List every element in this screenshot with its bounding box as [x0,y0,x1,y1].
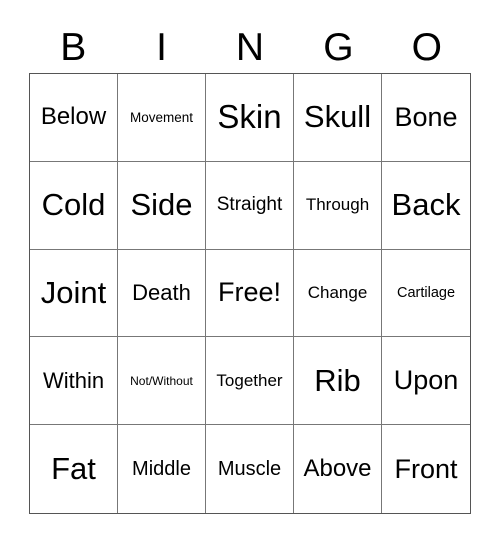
bingo-cell[interactable]: Side [118,161,206,250]
bingo-cell[interactable]: Skull [294,74,382,162]
bingo-cell[interactable]: Cartilage [382,250,470,338]
bingo-cell[interactable]: Bone [382,74,470,162]
bingo-cell[interactable]: Below [30,74,118,162]
bingo-grid: Below Movement Skin Skull Bone Cold Side… [29,73,471,514]
bingo-cell[interactable]: Fat [30,425,118,513]
header-letter-n: N [235,26,265,69]
bingo-cell[interactable]: Joint [30,249,118,338]
bingo-cell[interactable]: Above [294,425,382,513]
bingo-cell[interactable]: Skin [206,74,294,162]
bingo-cell[interactable]: Not/Without [118,337,206,426]
bingo-cell[interactable]: Muscle [206,425,294,513]
bingo-cell[interactable]: Together [206,337,294,426]
free-space-cell[interactable]: Free! [206,249,294,338]
bingo-header: B I N G O [29,26,471,70]
bingo-cell[interactable]: Upon [382,337,470,426]
header-letter-i: I [156,26,167,69]
header-letter-b: B [60,26,87,69]
bingo-cell[interactable]: Rib [294,337,382,426]
bingo-cell[interactable]: Cold [30,161,118,250]
header-letter-g: G [323,26,354,69]
bingo-cell[interactable]: Back [382,162,470,250]
bingo-cell[interactable]: Through [294,161,382,250]
bingo-cell[interactable]: Within [30,337,118,426]
bingo-cell[interactable]: Death [118,249,206,338]
bingo-cell[interactable]: Change [294,249,382,338]
bingo-cell[interactable]: Front [382,425,470,513]
bingo-cell[interactable]: Middle [118,425,206,513]
bingo-cell[interactable]: Movement [118,74,206,162]
header-letter-o: O [411,26,442,69]
bingo-cell[interactable]: Straight [206,161,294,250]
